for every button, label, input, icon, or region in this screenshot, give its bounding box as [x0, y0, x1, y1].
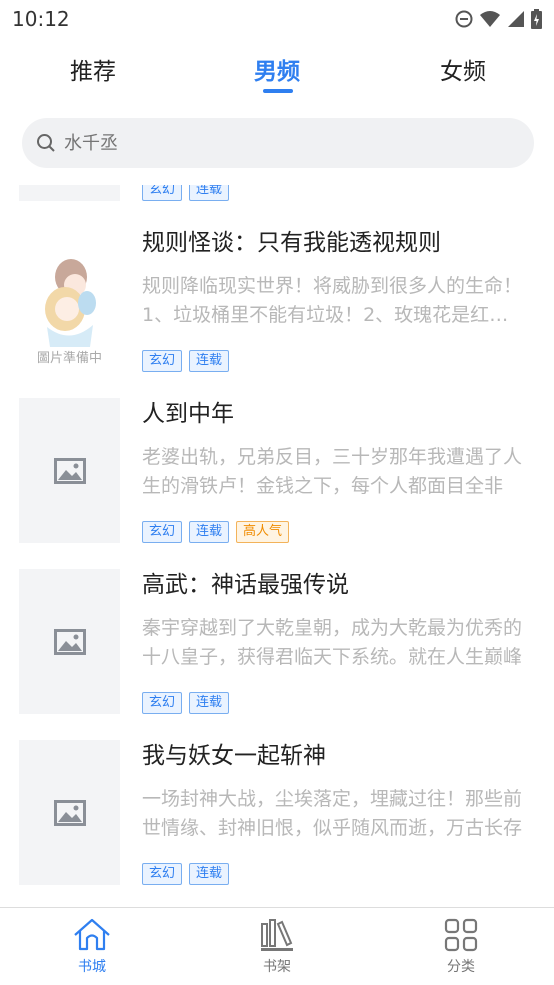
book-list-item[interactable]: 我与妖女一起斩神一场封神大战，尘埃落定，埋藏过往！那些前世情缘、封神旧恨，似乎随… [0, 740, 554, 907]
book-list-item[interactable]: 圖片準備中 规则怪谈：只有我能透视规则规则降临现实世界！将威胁到很多人的生命！1、… [0, 227, 554, 398]
cover-placeholder-text: 圖片準備中 [36, 351, 102, 366]
book-tags: 玄幻 连载 高人气 [142, 521, 290, 543]
book-cover[interactable] [19, 185, 120, 201]
bottom-nav: 书城 书架 分类 [0, 907, 554, 985]
home-icon [74, 918, 110, 951]
search-input[interactable] [64, 132, 464, 154]
placeholder-image-icon [53, 628, 86, 655]
book-tag: 玄幻 [142, 185, 183, 201]
book-tag: 连载 [189, 863, 230, 885]
book-title[interactable]: 规则怪谈：只有我能透视规则 [142, 227, 441, 259]
book-tag: 高人气 [236, 521, 290, 543]
signal-icon [508, 11, 524, 27]
book-title[interactable]: 人到中年 [142, 398, 234, 430]
book-title[interactable]: 高武：神话最强传说 [142, 569, 349, 601]
wifi-icon [480, 11, 500, 27]
search-bar[interactable] [22, 118, 534, 168]
search-icon [37, 134, 55, 152]
book-description: 秦宇穿越到了大乾皇朝，成为大乾最为优秀的十八皇子，获得君临天下系统。就在人生巅峰 [142, 617, 523, 668]
book-tag: 玄幻 [142, 692, 183, 714]
battery-charging-icon [531, 9, 542, 29]
bookshelf-icon [261, 919, 293, 951]
book-description: 规则降临现实世界！将威胁到很多人的生命！1、垃圾桶里不能有垃圾！2、玫瑰花是红色… [142, 275, 523, 326]
cover-illustration [44, 259, 96, 347]
book-tag: 连载 [189, 521, 230, 543]
book-tag: 连载 [189, 185, 230, 201]
placeholder-image-icon [53, 799, 86, 826]
book-title[interactable]: 我与妖女一起斩神 [142, 740, 326, 772]
book-description: 老婆出轨，兄弟反目，三十岁那年我遭遇了人生的滑铁卢！金钱之下，每个人都面目全非 [142, 446, 523, 497]
nav-label: 书城 [78, 959, 106, 975]
dnd-icon [455, 10, 473, 28]
status-time: 10:12 [12, 7, 70, 31]
tab-recommend[interactable]: 推荐 [70, 52, 116, 86]
book-tag: 玄幻 [142, 863, 183, 885]
book-tag: 玄幻 [142, 521, 183, 543]
nav-bookstore[interactable]: 书城 [52, 918, 132, 976]
book-tags: 玄幻 连载 [142, 692, 230, 714]
book-cover[interactable]: 圖片準備中 [19, 227, 120, 372]
nav-label: 分类 [447, 959, 475, 975]
book-tags: 玄幻 连载 [142, 185, 230, 201]
book-description: 一场封神大战，尘埃落定，埋藏过往！那些前世情缘、封神旧恨，似乎随风而逝，万古长存 [142, 788, 523, 839]
book-list[interactable]: 玄幻 连载 圖片準備中 规则怪谈：只有我能透视规则 规则降临现实世界！将威胁到很多人的生… [0, 185, 554, 907]
book-cover[interactable] [19, 398, 120, 543]
book-cover[interactable] [19, 740, 120, 885]
nav-bookshelf[interactable]: 书架 [237, 918, 317, 976]
placeholder-image-icon [53, 457, 86, 484]
nav-label: 书架 [263, 959, 291, 975]
book-list-item[interactable]: 人到中年老婆出轨，兄弟反目，三十岁那年我遭遇了人生的滑铁卢！金钱之下，每个人都面… [0, 398, 554, 569]
book-list-item[interactable]: 玄幻 连载 [0, 185, 554, 227]
book-tags: 玄幻 连载 [142, 863, 230, 885]
tab-male[interactable]: 男频 [254, 52, 300, 86]
book-cover[interactable] [19, 569, 120, 714]
nav-category[interactable]: 分类 [421, 918, 501, 976]
active-tab-indicator [263, 89, 293, 93]
book-tag: 连载 [189, 350, 230, 372]
category-grid-icon [444, 918, 478, 952]
tab-female[interactable]: 女频 [440, 52, 486, 86]
book-tag: 连载 [189, 692, 230, 714]
book-tags: 玄幻 连载 [142, 350, 230, 372]
status-bar: 10:12 [0, 0, 554, 40]
book-list-item[interactable]: 高武：神话最强传说秦宇穿越到了大乾皇朝，成为大乾最为优秀的十八皇子，获得君临天下… [0, 569, 554, 740]
book-tag: 玄幻 [142, 350, 183, 372]
